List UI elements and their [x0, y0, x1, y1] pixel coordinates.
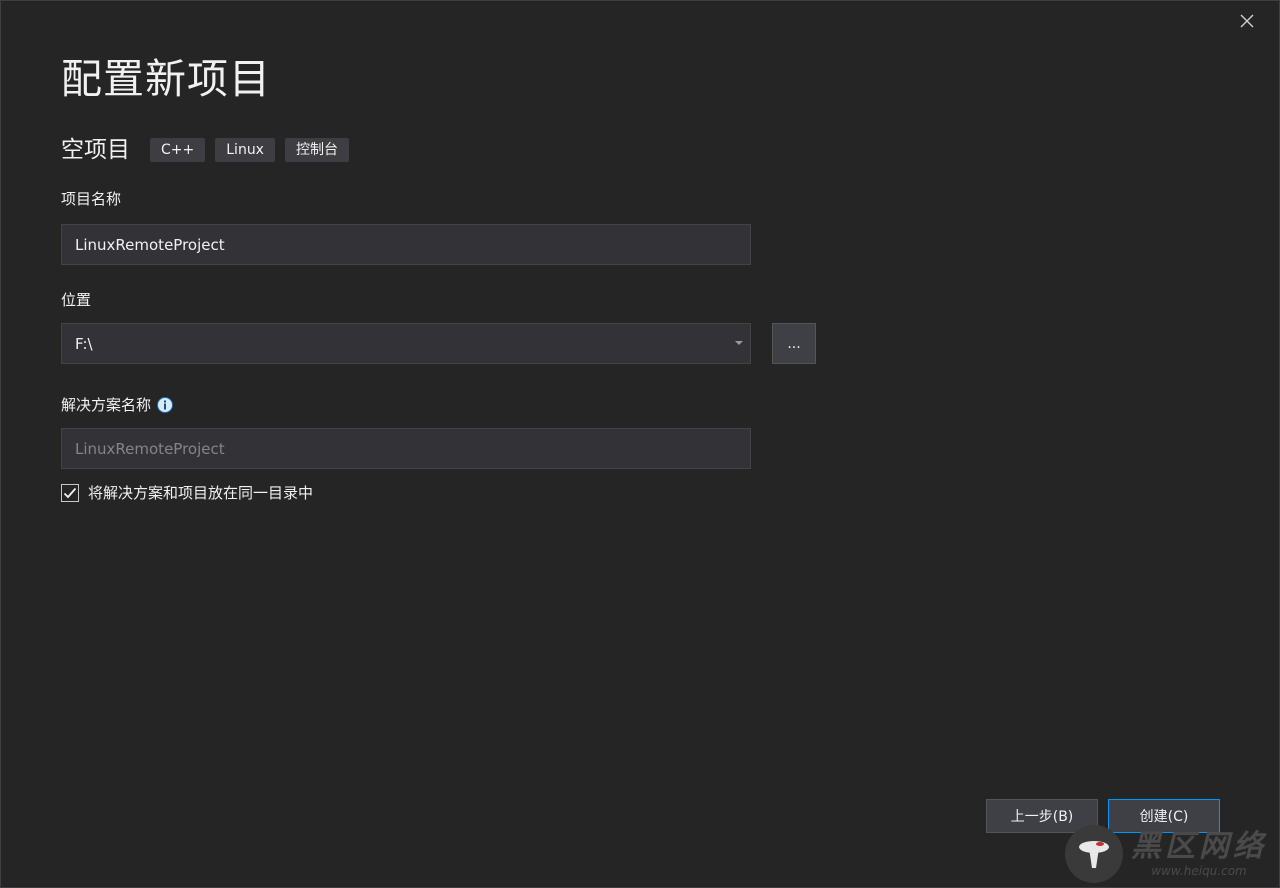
configure-project-dialog: 配置新项目 空项目 C++ Linux 控制台 项目名称 位置 F:\ ... …: [0, 0, 1280, 888]
project-name-input[interactable]: [61, 224, 751, 265]
solution-name-input[interactable]: [61, 428, 751, 469]
watermark-logo-icon: [1065, 825, 1123, 883]
close-icon: [1240, 14, 1254, 28]
tag-project-type: 控制台: [284, 138, 349, 162]
info-icon[interactable]: [157, 397, 174, 413]
location-label: 位置: [61, 291, 92, 309]
project-name-label: 项目名称: [61, 190, 122, 208]
watermark-url: www.heiqu.com: [1151, 864, 1247, 878]
solution-name-label-row: 解决方案名称: [61, 395, 174, 415]
checkmark-icon: [63, 487, 77, 498]
same-directory-checkbox[interactable]: [61, 483, 79, 502]
watermark-title: 黑区网络: [1131, 829, 1267, 864]
browse-location-button[interactable]: ...: [772, 323, 816, 364]
solution-name-label: 解决方案名称: [61, 396, 152, 414]
tag-language: C++: [150, 138, 206, 162]
same-directory-label: 将解决方案和项目放在同一目录中: [88, 484, 314, 502]
template-name: 空项目: [61, 137, 130, 163]
watermark-text: 黑区网络 www.heiqu.com: [1131, 829, 1267, 879]
watermark: 黑区网络 www.heiqu.com: [1065, 825, 1267, 883]
location-combobox[interactable]: F:\: [61, 323, 751, 364]
close-button[interactable]: [1235, 9, 1259, 33]
location-value: F:\: [75, 334, 93, 353]
page-title: 配置新项目: [61, 55, 271, 103]
dropdown-arrow-icon[interactable]: [728, 324, 750, 363]
same-directory-option[interactable]: 将解决方案和项目放在同一目录中: [61, 482, 313, 503]
tag-platform: Linux: [215, 138, 275, 162]
template-header: 空项目 C++ Linux 控制台: [61, 133, 359, 167]
